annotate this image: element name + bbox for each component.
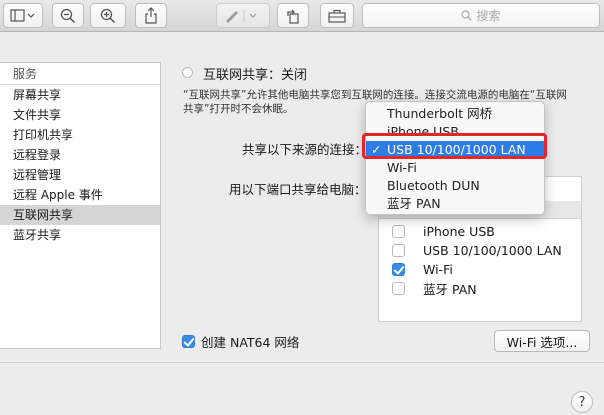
markup-button[interactable] [216, 3, 270, 28]
menu-item-label: Bluetooth DUN [387, 178, 480, 193]
port-label: iPhone USB [423, 223, 495, 239]
help-button[interactable]: ? [571, 391, 593, 413]
toolbox-button[interactable] [320, 3, 354, 28]
services-header: 服务 [0, 63, 160, 85]
port-row: 蓝牙 PAN [392, 279, 477, 297]
toolbox-icon [328, 9, 346, 23]
sidebar-icon [10, 8, 35, 22]
menu-item-label: 蓝牙 PAN [387, 196, 441, 211]
port-checkbox[interactable] [392, 224, 405, 238]
share-icon [145, 7, 157, 24]
rotate-button[interactable] [277, 3, 309, 28]
nat64-label: 创建 NAT64 网络 [201, 335, 300, 350]
sidebar-item-remote-management[interactable]: 远程管理 [0, 165, 160, 185]
wifi-options-button[interactable]: Wi-Fi 选项... [494, 330, 590, 352]
to-computers-label: 用以下端口共享给电脑： [229, 182, 367, 197]
sidebar-toggle-button[interactable] [3, 3, 43, 28]
sidebar-item-internet-sharing[interactable]: 互联网共享 [0, 205, 160, 225]
search-field[interactable]: 搜索 [362, 3, 600, 28]
port-label: Wi-Fi [423, 261, 453, 277]
nat64-checkbox[interactable] [182, 335, 195, 348]
port-label: USB 10/100/1000 LAN [423, 242, 562, 258]
sidebar-item-remote-apple-events[interactable]: 远程 Apple 事件 [0, 185, 160, 205]
nat64-option: 创建 NAT64 网络 [182, 332, 299, 351]
menu-item-wifi[interactable]: Wi-Fi [366, 159, 544, 177]
zoom-in-icon [100, 8, 116, 23]
zoom-out-button[interactable] [52, 3, 84, 28]
menu-item-bluetooth-dun[interactable]: Bluetooth DUN [366, 177, 544, 195]
port-label: 蓝牙 PAN [423, 281, 477, 297]
share-button[interactable] [135, 3, 167, 28]
sidebar-item-file-sharing[interactable]: 文件共享 [0, 105, 160, 125]
toolbar: 搜索 [0, 0, 604, 32]
zoom-in-button[interactable] [90, 3, 126, 28]
service-title: 互联网共享：关闭 [203, 68, 308, 83]
sidebar-item-printer-sharing[interactable]: 打印机共享 [0, 125, 160, 145]
bottom-divider [0, 362, 604, 363]
services-list: 服务 屏幕共享 文件共享 打印机共享 远程登录 远程管理 远程 Apple 事件… [0, 62, 161, 349]
share-from-label: 共享以下来源的连接： [242, 142, 368, 157]
port-row: iPhone USB [392, 222, 495, 240]
port-row: USB 10/100/1000 LAN [392, 241, 562, 259]
selection-highlight-box [362, 133, 547, 159]
description-line: “互联网共享”允许其他电脑共享您到互联网的连接。连接交流电源的电脑在“互联网 [183, 89, 567, 101]
menu-item-label: Thunderbolt 网桥 [387, 106, 493, 121]
search-placeholder: 搜索 [476, 9, 501, 23]
port-checkbox[interactable] [392, 281, 405, 295]
pen-icon [226, 9, 257, 23]
menu-item-label: Wi-Fi [387, 160, 417, 175]
internet-sharing-status-indicator [182, 67, 193, 78]
menu-item-thunderbolt-bridge[interactable]: Thunderbolt 网桥 [366, 105, 544, 123]
port-checkbox[interactable] [392, 262, 405, 276]
sidebar-item-bluetooth-sharing[interactable]: 蓝牙共享 [0, 225, 160, 245]
search-icon [461, 10, 472, 21]
sidebar-item-remote-login[interactable]: 远程登录 [0, 145, 160, 165]
port-row: Wi-Fi [392, 260, 453, 278]
zoom-out-icon [60, 8, 76, 23]
rotate-icon [287, 9, 299, 24]
port-checkbox[interactable] [392, 243, 405, 257]
menu-item-bluetooth-pan[interactable]: 蓝牙 PAN [366, 195, 544, 213]
sidebar-item-screen-sharing[interactable]: 屏幕共享 [0, 85, 160, 105]
